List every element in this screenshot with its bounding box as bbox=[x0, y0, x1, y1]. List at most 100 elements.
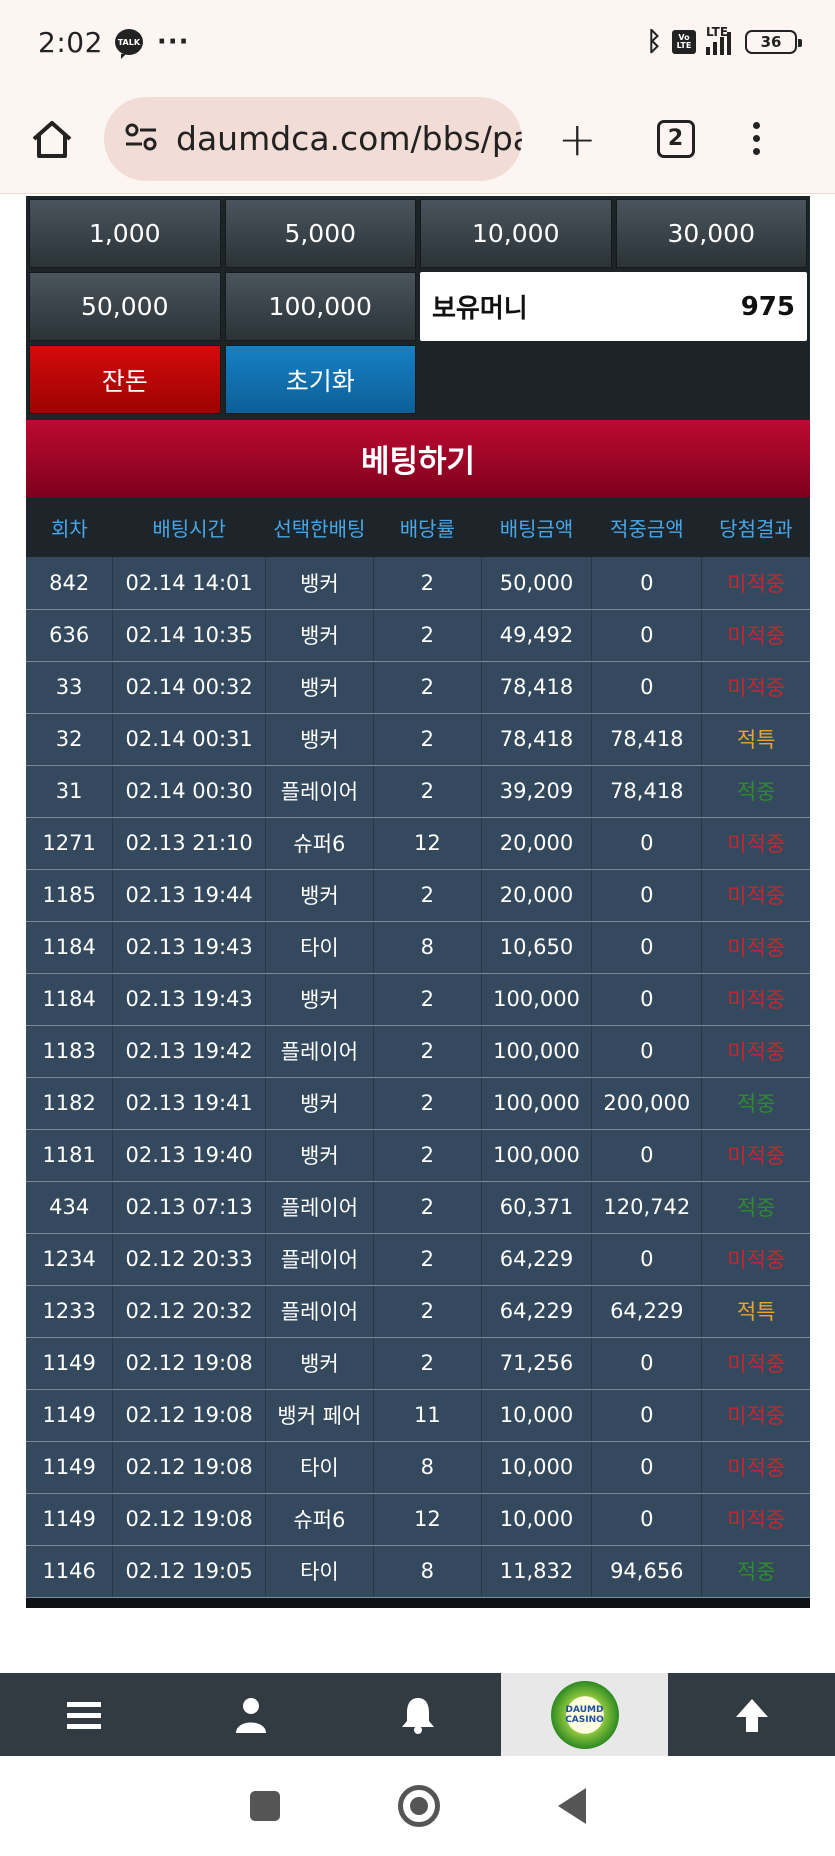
win-amount-cell: 0 bbox=[591, 1025, 703, 1078]
site-settings-icon[interactable] bbox=[124, 122, 158, 156]
bet-history-table: 회차 배팅시간 선택한배팅 배당률 배팅금액 적중금액 당첨결과 842 02.14 14:0… bbox=[26, 497, 810, 1598]
result-cell: 적중 bbox=[701, 1545, 810, 1598]
volte-icon: Vo LTE bbox=[672, 30, 696, 54]
bluetooth-icon: ᛒ bbox=[646, 27, 662, 57]
table-row: 1149 02.12 19:08 타이 8 10,000 0 미적중 bbox=[26, 1441, 810, 1494]
back-icon[interactable] bbox=[557, 1788, 586, 1824]
table-row: 1184 02.13 19:43 뱅커 2 100,000 0 미적중 bbox=[26, 973, 810, 1026]
result-cell: 미적중 bbox=[701, 1389, 810, 1442]
table-body: 842 02.14 14:01 뱅커 2 50,000 0 미적중 636 02.14 10:3… bbox=[26, 557, 810, 1598]
nav-home-logo-button[interactable]: DAUMD CASINO bbox=[501, 1673, 668, 1756]
chip-1000-button[interactable]: 1,000 bbox=[29, 199, 221, 268]
table-row: 1149 02.12 19:08 뱅커 페어 11 10,000 0 미적중 bbox=[26, 1389, 810, 1442]
chip-10000-button[interactable]: 10,000 bbox=[420, 199, 612, 268]
selection-cell: 슈퍼6 bbox=[265, 1493, 374, 1546]
status-bar: 2:02 TALK ··· ᛒ Vo LTE LTE 36 bbox=[0, 0, 835, 84]
browser-menu-icon[interactable] bbox=[752, 122, 760, 155]
round-cell: 1271 bbox=[26, 817, 114, 870]
result-cell: 미적중 bbox=[701, 1025, 810, 1078]
odds-cell: 2 bbox=[373, 1337, 482, 1390]
bet-time-cell: 02.12 20:32 bbox=[112, 1285, 266, 1338]
status-right: ᛒ Vo LTE LTE 36 bbox=[646, 25, 802, 57]
result-cell: 미적중 bbox=[701, 1441, 810, 1494]
tab-switcher-button[interactable]: 2 bbox=[656, 119, 695, 158]
bet-amount-cell: 100,000 bbox=[481, 973, 593, 1026]
selection-cell: 슈퍼6 bbox=[265, 817, 374, 870]
win-amount-cell: 0 bbox=[591, 1493, 703, 1546]
result-cell: 적중 bbox=[701, 1077, 810, 1130]
casino-logo: DAUMD CASINO bbox=[550, 1680, 619, 1749]
win-amount-cell: 0 bbox=[591, 1337, 703, 1390]
bet-amount-cell: 10,650 bbox=[481, 921, 593, 974]
result-cell: 미적중 bbox=[701, 1493, 810, 1546]
selection-cell: 플레이어 bbox=[265, 1181, 374, 1234]
table-row: 1271 02.13 21:10 슈퍼6 12 20,000 0 미적중 bbox=[26, 817, 810, 870]
bet-amount-cell: 20,000 bbox=[481, 869, 593, 922]
url-text[interactable]: daumdca.com/bbs/pa bbox=[176, 119, 522, 158]
odds-cell: 8 bbox=[373, 921, 482, 974]
lte-label: LTE bbox=[706, 25, 729, 39]
nav-menu-button[interactable] bbox=[0, 1673, 167, 1756]
round-cell: 1184 bbox=[26, 973, 114, 1026]
round-cell: 1149 bbox=[26, 1389, 114, 1442]
table-row: 636 02.14 10:35 뱅커 2 49,492 0 미적중 bbox=[26, 609, 810, 662]
bet-amount-cell: 78,418 bbox=[481, 713, 593, 766]
round-cell: 1181 bbox=[26, 1129, 114, 1182]
round-cell: 842 bbox=[26, 557, 114, 610]
table-row: 1146 02.12 19:05 타이 8 11,832 94,656 적중 bbox=[26, 1545, 810, 1598]
selection-cell: 뱅커 bbox=[265, 869, 374, 922]
round-cell: 636 bbox=[26, 609, 114, 662]
bet-amount-cell: 100,000 bbox=[481, 1129, 593, 1182]
odds-cell: 8 bbox=[373, 1545, 482, 1598]
nav-scroll-top-button[interactable] bbox=[668, 1673, 835, 1756]
bet-amount-cell: 100,000 bbox=[481, 1077, 593, 1130]
address-bar[interactable]: daumdca.com/bbs/pa bbox=[104, 96, 522, 181]
win-amount-cell: 0 bbox=[591, 1233, 703, 1286]
recent-apps-icon[interactable] bbox=[249, 1791, 280, 1821]
change-button[interactable]: 잔돈 bbox=[29, 345, 221, 414]
result-cell: 미적중 bbox=[701, 817, 810, 870]
odds-cell: 2 bbox=[373, 1025, 482, 1078]
round-cell: 1182 bbox=[26, 1077, 114, 1130]
chip-30000-button[interactable]: 30,000 bbox=[615, 199, 807, 268]
selection-cell: 뱅커 bbox=[265, 1077, 374, 1130]
bet-amount-cell: 100,000 bbox=[481, 1025, 593, 1078]
result-cell: 적중 bbox=[701, 1181, 810, 1234]
win-amount-cell: 0 bbox=[591, 921, 703, 974]
bet-amount-cell: 39,209 bbox=[481, 765, 593, 818]
round-cell: 33 bbox=[26, 661, 114, 714]
new-tab-icon[interactable]: + bbox=[558, 116, 597, 162]
odds-cell: 2 bbox=[373, 1181, 482, 1234]
nav-notifications-button[interactable] bbox=[334, 1673, 501, 1756]
system-nav-bar bbox=[0, 1756, 835, 1856]
nav-profile-button[interactable] bbox=[167, 1673, 334, 1756]
reset-button[interactable]: 초기화 bbox=[224, 345, 416, 414]
result-cell: 미적중 bbox=[701, 973, 810, 1026]
table-row: 1149 02.12 19:08 슈퍼6 12 10,000 0 미적중 bbox=[26, 1493, 810, 1546]
home-system-icon[interactable] bbox=[397, 1785, 440, 1827]
selection-cell: 뱅커 bbox=[265, 973, 374, 1026]
bet-button[interactable]: 베팅하기 bbox=[26, 420, 810, 497]
chip-50000-button[interactable]: 50,000 bbox=[29, 272, 221, 341]
chip-5000-button[interactable]: 5,000 bbox=[224, 199, 416, 268]
bet-time-cell: 02.13 07:13 bbox=[112, 1181, 266, 1234]
header-bet-time: 배팅시간 bbox=[152, 516, 226, 541]
home-icon[interactable] bbox=[30, 119, 74, 159]
bet-time-cell: 02.12 19:08 bbox=[112, 1337, 266, 1390]
result-cell: 미적중 bbox=[701, 921, 810, 974]
table-row: 33 02.14 00:32 뱅커 2 78,418 0 미적중 bbox=[26, 661, 810, 714]
kakaotalk-icon: TALK bbox=[114, 29, 143, 59]
odds-cell: 12 bbox=[373, 1493, 482, 1546]
round-cell: 1233 bbox=[26, 1285, 114, 1338]
table-row: 1149 02.12 19:08 뱅커 2 71,256 0 미적중 bbox=[26, 1337, 810, 1390]
result-cell: 적특 bbox=[701, 713, 810, 766]
round-cell: 1184 bbox=[26, 921, 114, 974]
odds-cell: 8 bbox=[373, 1441, 482, 1494]
bet-amount-cell: 64,229 bbox=[481, 1285, 593, 1338]
bet-amount-cell: 11,832 bbox=[481, 1545, 593, 1598]
table-row: 32 02.14 00:31 뱅커 2 78,418 78,418 적특 bbox=[26, 713, 810, 766]
bet-time-cell: 02.14 00:30 bbox=[112, 765, 266, 818]
chip-100000-button[interactable]: 100,000 bbox=[224, 272, 416, 341]
selection-cell: 뱅커 페어 bbox=[265, 1389, 374, 1442]
panel-bottom-border bbox=[26, 1597, 810, 1608]
